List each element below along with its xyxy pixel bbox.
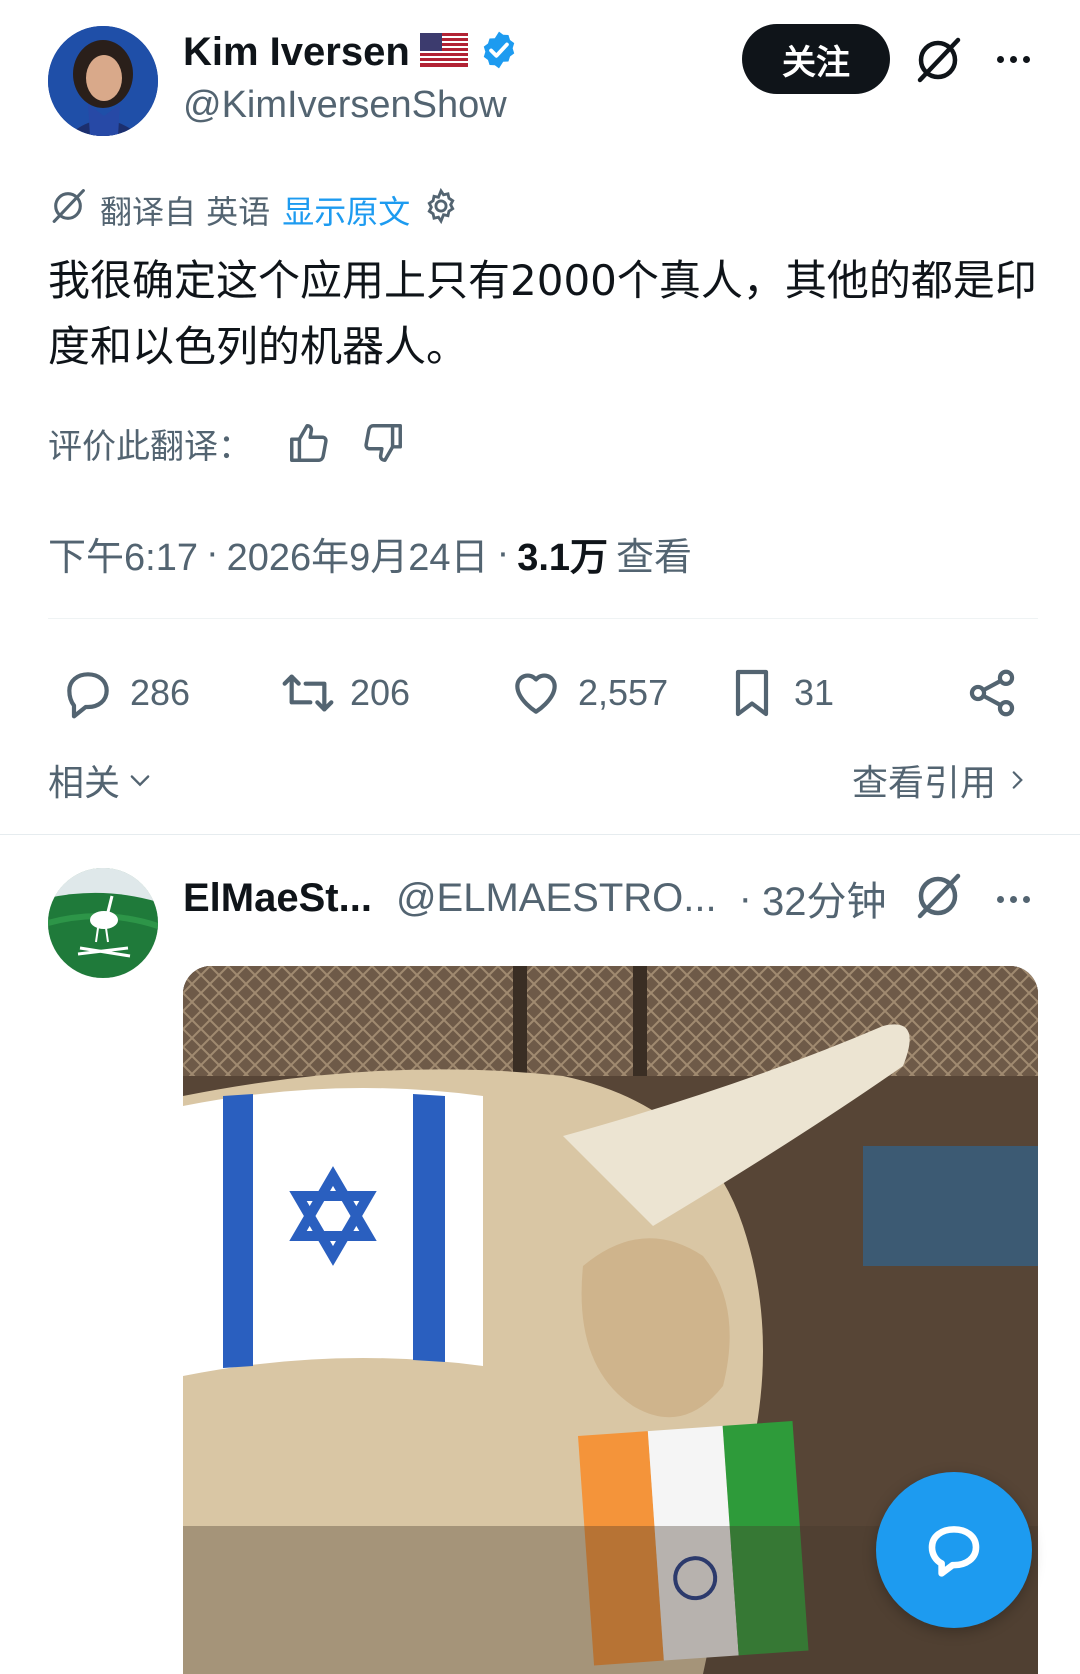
thumbs-up-icon[interactable]	[286, 420, 332, 466]
share-icon	[969, 669, 1015, 717]
action-bar: 286 206 2,557 31	[48, 658, 1038, 728]
compose-reply-fab[interactable]	[876, 1472, 1032, 1628]
author-name[interactable]: Kim Iversen	[183, 30, 410, 75]
tweet-text: 我很确定这个应用上只有2000个真人，其他的都是印度和以色列的机器人。	[48, 256, 1037, 371]
reply-icon	[67, 672, 109, 719]
verified-badge-icon[interactable]	[478, 29, 520, 75]
view-quotes-link[interactable]: 查看引用	[852, 754, 1030, 806]
heart-icon	[515, 673, 557, 714]
like-button[interactable]: 2,557	[508, 658, 668, 728]
show-original-link[interactable]: 显示原文	[282, 187, 410, 233]
grok-icon[interactable]	[912, 34, 964, 86]
reply-header: ElMaeSt... @ELMAESTRO... · 32分钟	[183, 868, 886, 928]
reply-button[interactable]: 286	[60, 658, 190, 728]
chevron-right-icon	[1012, 771, 1023, 789]
grok-translate-icon	[48, 186, 88, 234]
tweet-time[interactable]: 下午6:17	[48, 526, 198, 581]
chat-bubble-icon	[928, 1526, 980, 1577]
rate-translation-label: 评价此翻译：	[48, 426, 252, 467]
views-label: 查看	[616, 537, 693, 579]
more-options-icon[interactable]	[990, 42, 1036, 76]
related-label: 相关	[48, 763, 121, 804]
share-button[interactable]	[964, 658, 1020, 728]
repost-count: 206	[350, 672, 411, 713]
related-dropdown[interactable]: 相关	[48, 754, 154, 806]
divider	[48, 618, 1038, 619]
rate-translation-row: 评价此翻译：	[48, 418, 406, 468]
grok-icon[interactable]	[912, 870, 964, 922]
repost-button[interactable]: 206	[280, 658, 410, 728]
author-handle[interactable]: @KimIversenShow	[183, 84, 507, 127]
us-flag-icon	[419, 33, 468, 71]
chevron-down-icon	[130, 775, 150, 787]
reply-author-handle[interactable]: @ELMAESTRO...	[396, 876, 717, 921]
views-count[interactable]: 3.1万	[517, 526, 608, 581]
view-quotes-label: 查看引用	[851, 763, 996, 804]
translated-from-label: 翻译自 英语	[100, 193, 271, 231]
repost-icon	[282, 674, 334, 712]
reply-avatar[interactable]	[48, 868, 158, 978]
reply-time[interactable]: 32分钟	[762, 869, 887, 927]
separator	[0, 834, 1080, 835]
author-avatar[interactable]	[48, 26, 158, 136]
follow-button[interactable]: 关注	[742, 24, 890, 94]
reply-author-name[interactable]: ElMaeSt...	[183, 876, 372, 921]
reply-count: 286	[130, 672, 191, 713]
translation-row: 翻译自 英语 显示原文	[48, 186, 460, 234]
thumbs-down-icon[interactable]	[360, 420, 406, 466]
tweet-meta: 下午6:17 · 2026年9月24日 · 3.1万 查看	[48, 526, 692, 581]
translation-settings-icon[interactable]	[422, 187, 460, 233]
bookmark-button[interactable]: 31	[724, 658, 834, 728]
more-options-icon[interactable]	[990, 882, 1036, 916]
tweet-date[interactable]: 2026年9月24日	[227, 526, 489, 581]
bookmark-icon	[735, 669, 769, 717]
like-count: 2,557	[578, 672, 669, 713]
author-name-row: Kim Iversen	[183, 26, 520, 78]
bookmark-count: 31	[794, 672, 835, 713]
